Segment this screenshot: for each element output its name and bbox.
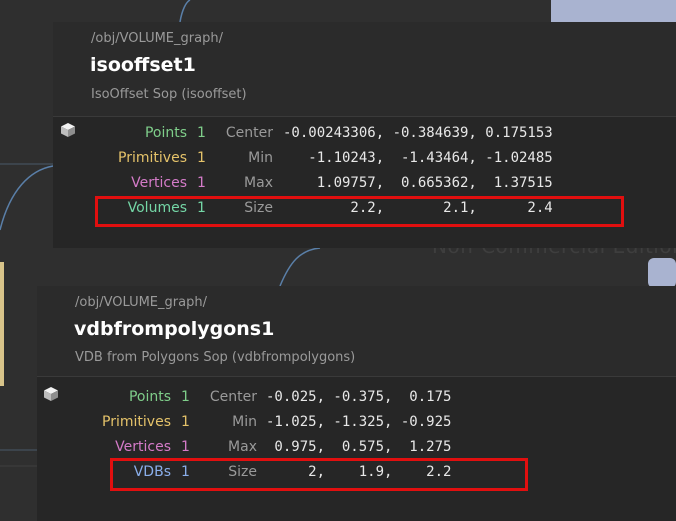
center-values: -0.025, -0.375, 0.175 xyxy=(266,389,452,405)
node-info-panel-isooffset: /obj/VOLUME_graph/ isooffset1 IsoOffset … xyxy=(53,22,676,248)
primitives-count: 1 xyxy=(197,150,206,166)
primitives-count: 1 xyxy=(181,414,190,430)
center-key: Center xyxy=(209,389,257,405)
info-row-primitives: Primitives 1 Min -1.025, -1.325, -0.925 xyxy=(37,414,676,436)
max-values: 0.975, 0.575, 1.275 xyxy=(266,439,452,455)
center-key: Center xyxy=(225,125,273,141)
info-row-primitives: Primitives 1 Min -1.10243, -1.43464, -1.… xyxy=(53,150,676,172)
primitives-label: Primitives xyxy=(102,414,171,430)
max-key: Max xyxy=(228,439,257,455)
node-name: vdbfrompolygons1 xyxy=(74,318,275,340)
highlight-box xyxy=(95,196,624,227)
min-values: -1.025, -1.325, -0.925 xyxy=(266,414,452,430)
node-type: VDB from Polygons Sop (vdbfrompolygons) xyxy=(75,350,356,365)
min-key: Min xyxy=(232,414,257,430)
info-row-points: Points 1 Center -0.00243306, -0.384639, … xyxy=(53,125,676,147)
node-name: isooffset1 xyxy=(90,54,196,76)
vertices-label: Vertices xyxy=(131,175,187,191)
vertices-label: Vertices xyxy=(115,439,171,455)
primitives-label: Primitives xyxy=(118,150,187,166)
info-row-points: Points 1 Center -0.025, -0.375, 0.175 xyxy=(37,389,676,411)
points-label: Points xyxy=(128,389,171,405)
max-key: Max xyxy=(244,175,273,191)
vertices-count: 1 xyxy=(181,439,190,455)
points-label: Points xyxy=(144,125,187,141)
info-row-vertices: Vertices 1 Max 1.09757, 0.665362, 1.3751… xyxy=(53,175,676,197)
panel-header: /obj/VOLUME_graph/ vdbfrompolygons1 VDB … xyxy=(37,286,676,377)
node-path: /obj/VOLUME_graph/ xyxy=(75,295,207,310)
points-count: 1 xyxy=(197,125,206,141)
highlight-box xyxy=(110,458,528,491)
vertices-count: 1 xyxy=(197,175,206,191)
node-type: IsoOffset Sop (isooffset) xyxy=(91,87,247,102)
node-path: /obj/VOLUME_graph/ xyxy=(91,31,223,46)
max-values: 1.09757, 0.665362, 1.37515 xyxy=(283,175,553,191)
node-info-panel-vdbfrompolygons: /obj/VOLUME_graph/ vdbfrompolygons1 VDB … xyxy=(37,286,676,521)
min-values: -1.10243, -1.43464, -1.02485 xyxy=(283,150,553,166)
points-count: 1 xyxy=(181,389,190,405)
panel-header: /obj/VOLUME_graph/ isooffset1 IsoOffset … xyxy=(53,22,676,117)
min-key: Min xyxy=(248,150,273,166)
center-values: -0.00243306, -0.384639, 0.175153 xyxy=(283,125,553,141)
